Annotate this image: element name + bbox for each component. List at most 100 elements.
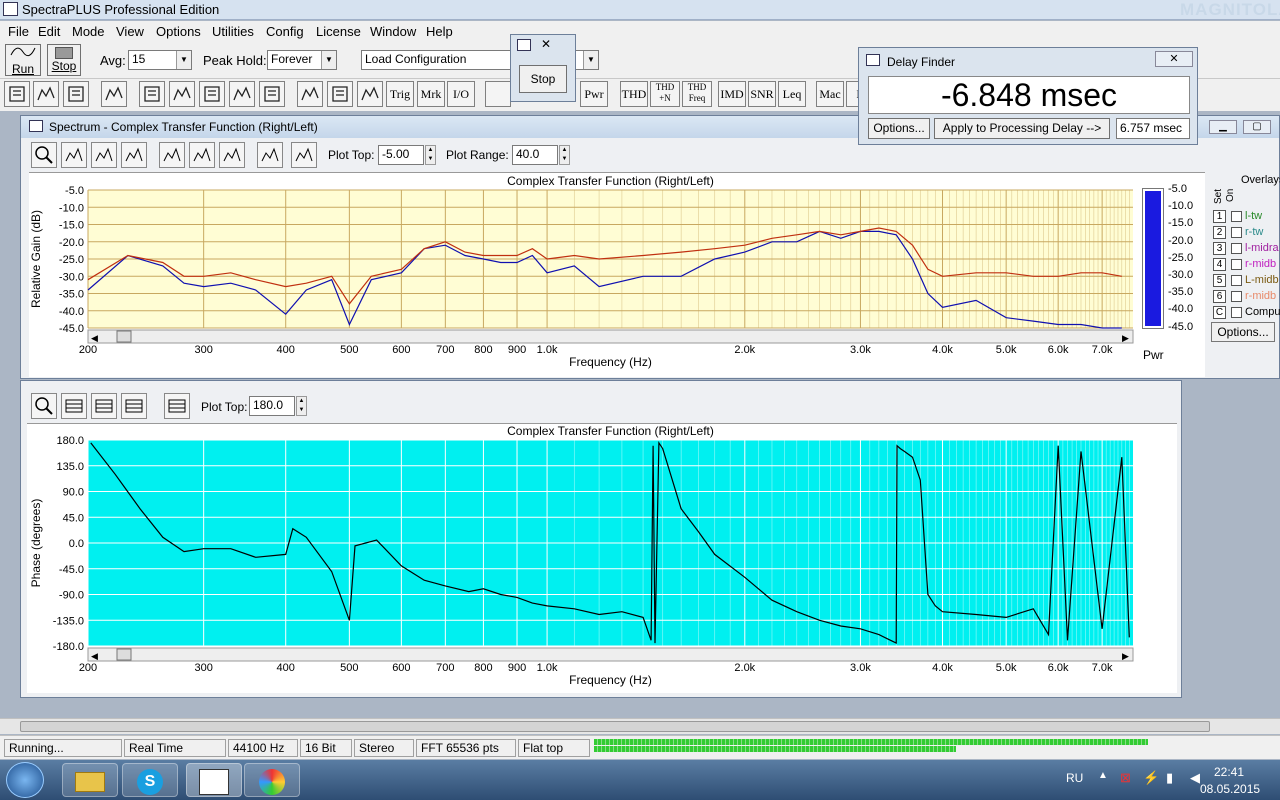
tool-button-6[interactable]: THD Freq <box>682 81 712 107</box>
signal-icon[interactable]: ▮ <box>1166 770 1173 786</box>
phase-zoom-out-2x-button[interactable] <box>91 393 117 419</box>
phase-x-tick: 1.0k <box>537 662 558 674</box>
save-button[interactable] <box>63 81 89 107</box>
zoom-button[interactable] <box>31 142 57 168</box>
apply-processing-delay-button[interactable]: Apply to Processing Delay --> <box>934 118 1110 139</box>
overlay-checkbox[interactable] <box>1231 291 1242 302</box>
scrollbar-thumb[interactable] <box>20 721 1210 732</box>
menu-view[interactable]: View <box>116 24 144 39</box>
menu-file[interactable]: File <box>8 24 29 39</box>
generator-button[interactable] <box>485 81 511 107</box>
menu-config[interactable]: Config <box>266 24 304 39</box>
table-button[interactable] <box>257 142 283 168</box>
overlay-set-2[interactable]: 2 <box>1213 226 1226 239</box>
plot-top-input[interactable]: -5.00 <box>378 145 424 165</box>
clock-date[interactable]: 08.05.2015 <box>1200 782 1260 796</box>
menu-help[interactable]: Help <box>426 24 453 39</box>
tool-button-1[interactable]: Mrk <box>417 81 445 107</box>
overlay-set-5[interactable]: 5 <box>1213 274 1226 287</box>
overlays-on-header: On <box>1225 188 1236 202</box>
popup-stop-button[interactable]: Stop <box>519 65 567 93</box>
skype-taskbar-icon[interactable]: S <box>122 763 178 797</box>
phase-plot-top-input[interactable]: 180.0 <box>249 396 295 416</box>
zoom-out-full-button[interactable] <box>121 142 147 168</box>
maximize-button[interactable]: ▢ <box>1243 120 1271 134</box>
gain-horizontal-scrollbar[interactable]: ◀ ▶ <box>87 329 1134 344</box>
main-horizontal-scrollbar[interactable] <box>0 718 1280 734</box>
overlay-set-C[interactable]: C <box>1213 306 1226 319</box>
spectrogram-button[interactable] <box>229 81 255 107</box>
tool-button-2[interactable]: I/O <box>447 81 475 107</box>
delay-options-button[interactable]: Options... <box>868 118 930 139</box>
overlay-checkbox[interactable] <box>1231 307 1242 318</box>
print-button[interactable] <box>101 81 127 107</box>
network-icon[interactable]: ⊠ <box>1120 770 1131 786</box>
tool-button-5[interactable]: THD +N <box>650 81 680 107</box>
overlay-checkbox[interactable] <box>1231 211 1242 222</box>
phase-zoom-in-2x-button[interactable] <box>61 393 87 419</box>
3d-surface-button[interactable] <box>259 81 285 107</box>
menu-window[interactable]: Window <box>370 24 416 39</box>
zoom-in-2x-button[interactable] <box>61 142 87 168</box>
overlay-set-1[interactable]: 1 <box>1213 210 1226 223</box>
spectraplus-taskbar-icon[interactable] <box>186 763 242 797</box>
stop-button[interactable]: Stop <box>47 44 81 76</box>
peak-hold-select[interactable]: Forever ▼ <box>267 50 337 70</box>
tray-expand-icon[interactable]: ▲ <box>1098 770 1108 781</box>
fast-forward-button[interactable] <box>139 81 165 107</box>
clock-time[interactable]: 22:41 <box>1214 765 1244 779</box>
overlay-set-6[interactable]: 6 <box>1213 290 1226 303</box>
menu-utilities[interactable]: Utilities <box>212 24 254 39</box>
phase-horizontal-scrollbar[interactable]: ◀ ▶ <box>87 647 1134 662</box>
tool-button-0[interactable]: Trig <box>386 81 414 107</box>
overlay-set-3[interactable]: 3 <box>1213 242 1226 255</box>
menu-license[interactable]: License <box>316 24 361 39</box>
overlay-checkbox[interactable] <box>1231 259 1242 270</box>
overlay-checkbox[interactable] <box>1231 243 1242 254</box>
menu-edit[interactable]: Edit <box>38 24 60 39</box>
paint-taskbar-icon[interactable] <box>244 763 300 797</box>
bar-chart-button[interactable] <box>327 81 353 107</box>
language-indicator[interactable]: RU <box>1066 771 1083 785</box>
overlays-options-button[interactable]: Options... <box>1211 322 1275 342</box>
start-button[interactable] <box>6 762 44 798</box>
tool-button-8[interactable]: SNR <box>748 81 776 107</box>
peak-button[interactable] <box>159 142 185 168</box>
minimize-button[interactable]: ▁ <box>1209 120 1237 134</box>
overlay-checkbox[interactable] <box>1231 227 1242 238</box>
phase-table-button[interactable] <box>164 393 190 419</box>
menu-options[interactable]: Options <box>156 24 201 39</box>
close-icon[interactable]: ✕ <box>541 37 551 51</box>
scale-button[interactable] <box>291 142 317 168</box>
plot-top-spinner[interactable]: ▲ ▼ <box>425 145 436 165</box>
phase-plot-top-spinner[interactable]: ▲ ▼ <box>296 396 307 416</box>
bar-chart-icon <box>332 86 348 102</box>
volume-icon[interactable]: ◀ <box>1190 770 1200 786</box>
power-icon[interactable]: ⚡ <box>1143 770 1159 786</box>
bars-button[interactable] <box>219 142 245 168</box>
run-button[interactable]: Run <box>5 44 41 76</box>
plot-range-input[interactable]: 40.0 <box>512 145 558 165</box>
phase-button[interactable] <box>357 81 383 107</box>
new-file-button[interactable] <box>4 81 30 107</box>
menu-mode[interactable]: Mode <box>72 24 105 39</box>
tool-button-7[interactable]: IMD <box>718 81 746 107</box>
envelope-button[interactable] <box>189 142 215 168</box>
close-button[interactable]: ✕ <box>1155 51 1193 67</box>
phase-zoom-button[interactable] <box>31 393 57 419</box>
tool-button-10[interactable]: Mac <box>816 81 844 107</box>
zoom-out-2x-button[interactable] <box>91 142 117 168</box>
avg-select[interactable]: 15 ▼ <box>128 50 192 70</box>
waveform-button[interactable] <box>199 81 225 107</box>
table-button[interactable] <box>297 81 323 107</box>
plot-range-spinner[interactable]: ▲ ▼ <box>559 145 570 165</box>
spectrum-button[interactable] <box>169 81 195 107</box>
overlay-set-4[interactable]: 4 <box>1213 258 1226 271</box>
open-folder-button[interactable] <box>33 81 59 107</box>
tool-button-9[interactable]: Leq <box>778 81 806 107</box>
explorer-taskbar-icon[interactable] <box>62 763 118 797</box>
phase-zoom-out-full-button[interactable] <box>121 393 147 419</box>
tool-button-4[interactable]: THD <box>620 81 648 107</box>
overlay-checkbox[interactable] <box>1231 275 1242 286</box>
tool-button-3[interactable]: Pwr <box>580 81 608 107</box>
